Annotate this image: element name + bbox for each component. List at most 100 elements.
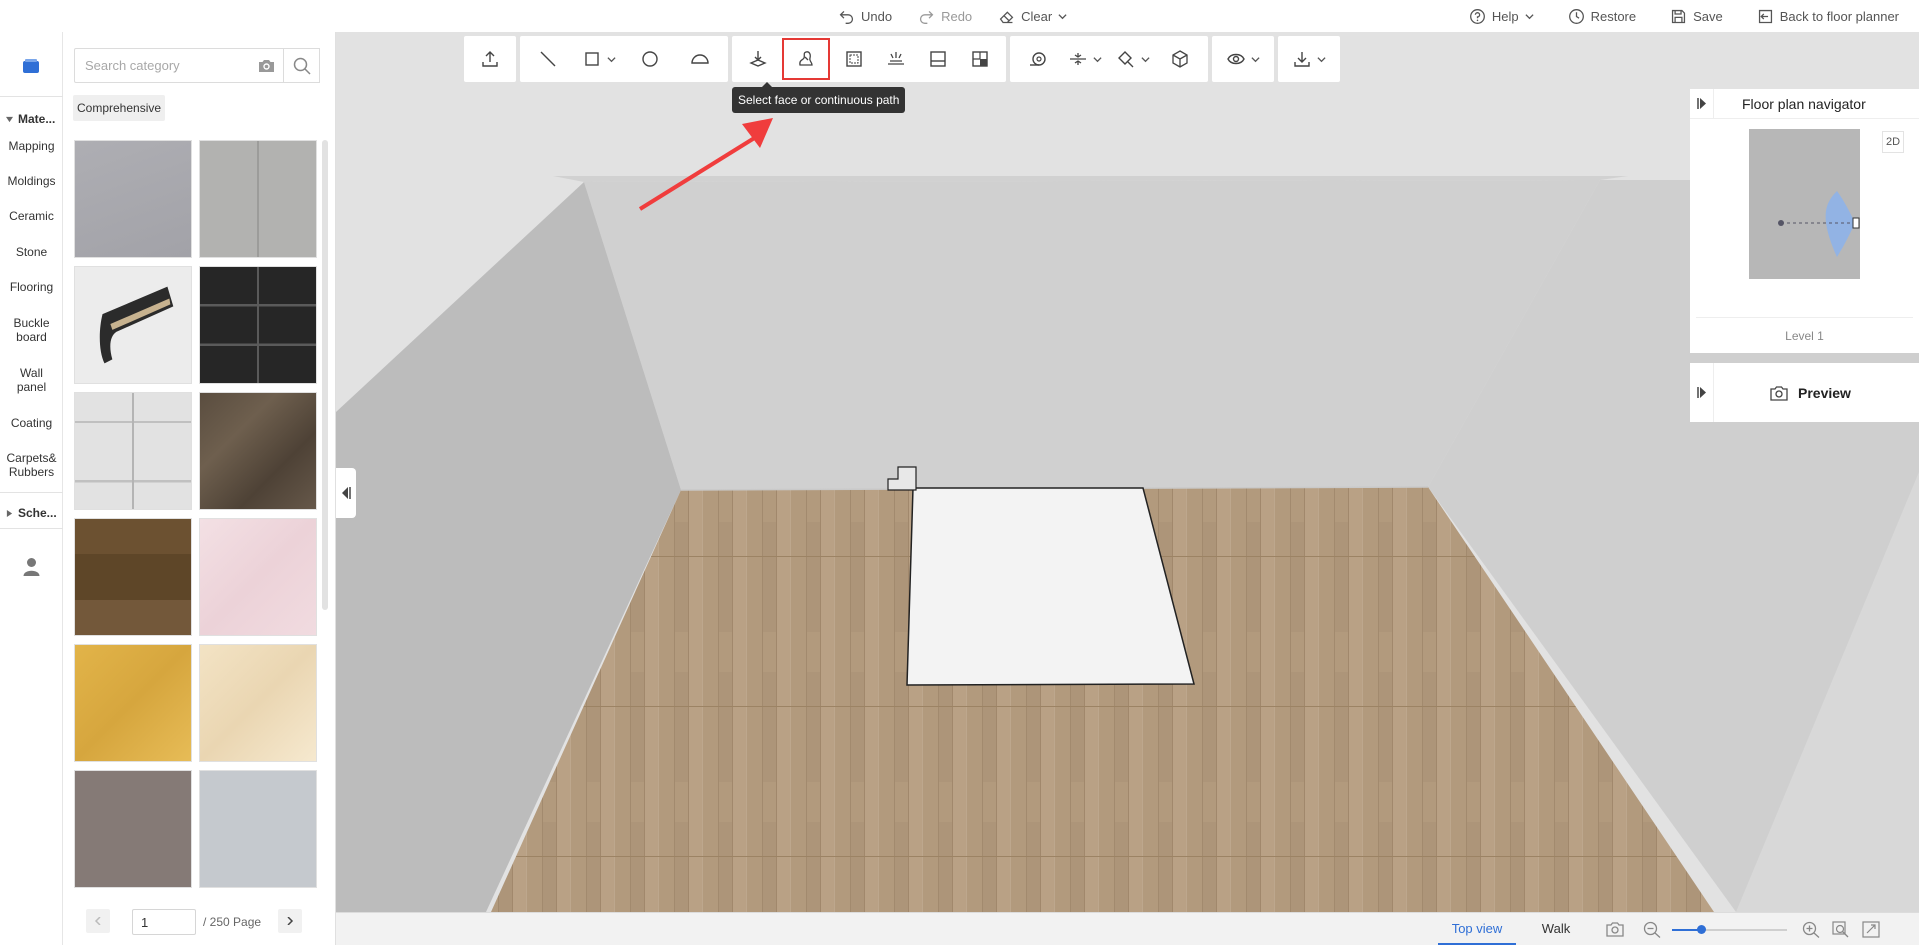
rail-item-carpets-rubbers[interactable]: Carpets& Rubbers (0, 451, 63, 479)
restore-label: Restore (1590, 8, 1637, 24)
pagination: / 250 Page (63, 898, 335, 944)
save-button[interactable]: Save (1670, 8, 1723, 25)
restore-button[interactable]: Restore (1568, 8, 1637, 25)
rail-divider (0, 528, 63, 529)
app-actions: Help Restore Save Back to floor planner (1469, 0, 1899, 32)
preview-panel: Preview (1690, 363, 1919, 422)
collapse-right-icon (1696, 387, 1706, 398)
rail-item-buckle-board[interactable]: Buckle board (0, 316, 63, 344)
rail-divider (0, 96, 63, 97)
rail-item-stone[interactable]: Stone (0, 245, 63, 259)
material-tile[interactable] (74, 770, 192, 888)
user-icon[interactable] (23, 557, 40, 576)
triangle-down-icon (6, 116, 13, 122)
rail-item-moldings[interactable]: Moldings (0, 174, 63, 188)
material-panel: Comprehensive / 250 Page (63, 32, 336, 945)
chevron-down-icon (1525, 13, 1534, 19)
navigator-header: Floor plan navigator (1690, 88, 1919, 119)
search-box (74, 48, 284, 83)
bottom-bar: Top view Walk (336, 912, 1919, 945)
category-rail: Mate... Mapping Moldings Ceramic Stone F… (0, 32, 63, 945)
level-label: Level 1 (1785, 329, 1824, 343)
layers-icon[interactable] (22, 58, 40, 74)
screenshot-icon[interactable] (1606, 921, 1624, 938)
material-tile[interactable] (199, 140, 317, 258)
rail-group-materials-label: Mate... (18, 112, 56, 126)
preview-label: Preview (1798, 384, 1851, 401)
redo-button[interactable]: Redo (918, 8, 972, 25)
rail-item-flooring[interactable]: Flooring (0, 280, 63, 294)
redo-icon (920, 10, 934, 24)
search-icon (293, 57, 311, 75)
3d-viewport[interactable]: Select face or continuous path Floor pla… (336, 32, 1919, 912)
page-total: / 250 Page (203, 915, 262, 929)
next-page-button[interactable] (278, 909, 302, 933)
top-bar: Undo Redo Clear Help Restore Save Back t… (0, 0, 1919, 32)
chevron-right-icon (287, 917, 294, 925)
rail-divider (0, 492, 63, 493)
rail-item-mapping[interactable]: Mapping (0, 139, 63, 153)
material-grid (74, 140, 326, 910)
help-button[interactable]: Help (1469, 8, 1534, 25)
history-controls: Undo Redo Clear (838, 0, 1067, 32)
material-tile[interactable] (74, 266, 192, 384)
collapse-left-icon (342, 487, 351, 499)
material-tile[interactable] (199, 644, 317, 762)
zoom-in-icon[interactable] (1802, 921, 1820, 938)
zoom-slider[interactable] (1672, 925, 1787, 934)
rail-item-coating[interactable]: Coating (0, 416, 63, 430)
2d-toggle-button[interactable]: 2D (1882, 131, 1904, 153)
preview-button[interactable]: Preview (1770, 385, 1851, 401)
eraser-icon (999, 10, 1014, 23)
panel-collapse-button[interactable] (336, 468, 356, 518)
rail-group-schemes-label: Sche... (18, 506, 57, 520)
redo-label: Redo (941, 8, 973, 24)
filter-chip-comprehensive[interactable]: Comprehensive (73, 95, 166, 121)
camera-view-cone (1778, 191, 1860, 257)
navigator-collapse-button[interactable] (1690, 88, 1714, 119)
help-label: Help (1491, 8, 1519, 24)
search-button[interactable] (284, 48, 320, 83)
material-tile[interactable] (74, 644, 192, 762)
back-to-floor-planner-button[interactable]: Back to floor planner (1757, 8, 1899, 25)
rail-item-wall-panel[interactable]: Wall panel (0, 366, 63, 394)
camera-icon (1770, 385, 1788, 401)
collapse-right-icon (1696, 98, 1706, 109)
help-icon (1469, 8, 1485, 24)
material-tile[interactable] (74, 140, 192, 258)
clear-button[interactable]: Clear (998, 8, 1067, 25)
page-number-input[interactable] (132, 909, 196, 935)
rail-group-materials[interactable]: Mate... (6, 112, 55, 126)
camera-icon[interactable] (258, 58, 275, 73)
zoom-slider-handle[interactable] (1696, 925, 1706, 934)
prev-page-button[interactable] (86, 909, 110, 933)
material-tile[interactable] (199, 770, 317, 888)
preview-collapse-button[interactable] (1690, 363, 1714, 422)
search-input[interactable] (85, 58, 245, 73)
molding-profile-image (99, 286, 174, 364)
undo-label: Undo (861, 8, 893, 24)
chevron-down-icon (1058, 13, 1067, 19)
undo-button[interactable]: Undo (838, 8, 892, 25)
fullscreen-icon[interactable] (1862, 921, 1880, 938)
material-tile[interactable] (199, 518, 317, 636)
back-label: Back to floor planner (1779, 8, 1899, 24)
rail-item-ceramic[interactable]: Ceramic (0, 209, 63, 223)
navigator-title: Floor plan navigator (1742, 95, 1866, 112)
clear-label: Clear (1021, 8, 1053, 24)
tab-walk[interactable]: Walk (1526, 913, 1586, 945)
material-tile[interactable] (74, 518, 192, 636)
material-tile[interactable] (74, 392, 192, 510)
material-scrollbar[interactable] (322, 140, 328, 610)
triangle-right-icon (6, 509, 13, 517)
material-tile[interactable] (199, 392, 317, 510)
rail-group-schemes[interactable]: Sche... (6, 506, 57, 520)
navigator-divider (1696, 317, 1913, 318)
navigator-minimap[interactable] (1749, 129, 1860, 279)
zoom-out-icon[interactable] (1643, 921, 1661, 938)
zoom-fit-icon[interactable] (1832, 921, 1850, 938)
tab-top-view[interactable]: Top view (1438, 913, 1516, 945)
exit-icon (1758, 9, 1772, 23)
material-tile[interactable] (199, 266, 317, 384)
chevron-left-icon (94, 917, 101, 925)
